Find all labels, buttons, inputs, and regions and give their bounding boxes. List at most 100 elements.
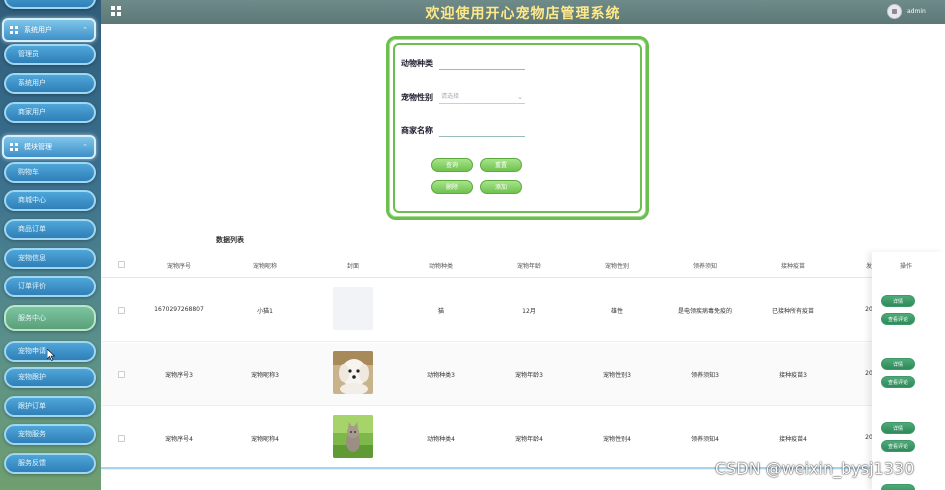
cell-gender: 宠物性别4 [603, 436, 631, 443]
column-header[interactable]: 封面 [347, 261, 359, 270]
sidebar-group-label: 模块管理 [24, 143, 52, 151]
cell-pet-id: 宠物序号4 [165, 436, 193, 443]
page-title: 欢迎使用开心宠物店管理系统 [425, 6, 621, 22]
sidebar-item-cart[interactable]: 购物车 [4, 162, 96, 183]
sidebar-item-label: 宠物跟护 [18, 373, 46, 381]
query-button[interactable]: 查询 [431, 158, 473, 172]
cell-pet-id: 宠物序号3 [165, 372, 193, 379]
table-header: 宠物序号 宠物昵称 封面 动物种类 宠物年龄 宠物性别 领养须知 接种疫苗 发 [101, 252, 945, 278]
detail-button-partial[interactable] [881, 484, 915, 490]
column-header[interactable]: 宠物年龄 [517, 261, 541, 270]
row-checkbox[interactable] [118, 435, 125, 442]
view-review-button[interactable]: 查看评论 [881, 313, 915, 325]
merchant-input[interactable] [439, 125, 525, 137]
cover-image-kitten[interactable] [333, 415, 373, 458]
app-root: 系统用户 ⌃ 管理员 系统用户 商家用户 模块管理 ⌃ 购物车 商城中心 商品订… [0, 0, 945, 490]
cell-notice: 是电领疾病毒免疫的 [677, 308, 733, 315]
sidebar-item-label: 宠物申请 [18, 347, 46, 355]
add-button[interactable]: 添加 [480, 180, 522, 194]
sidebar-item-care-orders[interactable]: 跟护订单 [4, 396, 96, 417]
gender-select-placeholder: 请选择 [441, 93, 460, 100]
grid-icon [10, 143, 18, 151]
watermark: CSDN @weixin_bysj1330 [715, 459, 915, 478]
sidebar-item-order-review[interactable]: 订单评价 [4, 276, 96, 297]
search-panel: 动物种类 宠物性别 请选择 ⌄ 商家名称 查询 重置 删除 添加 [386, 36, 649, 220]
chevron-down-icon: ⌄ [517, 93, 523, 101]
cover-image-placeholder[interactable] [333, 287, 373, 330]
select-all-checkbox[interactable] [118, 261, 125, 268]
species-label: 动物种类 [401, 59, 433, 68]
species-input[interactable] [439, 58, 525, 70]
cell-species: 动物种类4 [427, 436, 455, 443]
sidebar-item-label: 商家用户 [18, 108, 46, 116]
sidebar-item-label: 商城中心 [18, 196, 46, 204]
table-row: 宠物序号3 宠物昵称3 动物种类3 宠物年龄3 宠物性别3 领养须知3 接种疫苗… [101, 343, 945, 406]
sidebar-item-service-feedback[interactable]: 服务反馈 [4, 453, 96, 474]
sidebar-item-label: 管理员 [18, 50, 39, 58]
gender-label: 宠物性别 [401, 93, 433, 102]
view-review-button[interactable]: 查看评论 [881, 440, 915, 452]
cell-pet-name: 宠物昵称4 [251, 436, 279, 443]
detail-button[interactable]: 详情 [881, 422, 915, 434]
sidebar-item-orders[interactable]: 商品订单 [4, 219, 96, 240]
sidebar-item-system-users[interactable]: 系统用户 [4, 73, 96, 94]
row-checkbox[interactable] [118, 371, 125, 378]
cell-gender: 雄性 [610, 308, 624, 315]
cell-pet-name: 宠物昵称3 [251, 372, 279, 379]
top-header: 欢迎使用开心宠物店管理系统 admin [101, 0, 945, 24]
cell-vaccine: 已接种所有疫苗 [771, 308, 815, 315]
sidebar-group-modules[interactable]: 模块管理 ⌃ [2, 135, 96, 159]
cover-image-white-dog[interactable] [333, 351, 373, 394]
operations-column: 操作 详情 查看评论 详情 查看评论 详情 查看评论 [872, 252, 945, 490]
sidebar-item-label: 宠物信息 [18, 254, 46, 262]
sidebar: 系统用户 ⌃ 管理员 系统用户 商家用户 模块管理 ⌃ 购物车 商城中心 商品订… [0, 0, 101, 490]
gender-select[interactable]: 请选择 ⌄ [439, 90, 525, 104]
sidebar-item-top-partial[interactable] [4, 0, 96, 9]
cell-pet-name: 小猫1 [257, 308, 273, 315]
sidebar-item-label: 购物车 [18, 168, 39, 176]
sidebar-item-label: 订单评价 [18, 282, 46, 290]
reset-button[interactable]: 重置 [480, 158, 522, 172]
cell-pet-id: 1670297268807 [154, 306, 204, 313]
sidebar-group-label: 系统用户 [24, 26, 52, 34]
sidebar-item-pet-care[interactable]: 宠物跟护 [4, 367, 96, 388]
sidebar-item-label: 商品订单 [18, 225, 46, 233]
delete-button[interactable]: 删除 [431, 180, 473, 194]
sidebar-item-merchant-users[interactable]: 商家用户 [4, 102, 96, 123]
cell-vaccine: 接种疫苗4 [779, 436, 807, 443]
row-checkbox[interactable] [118, 307, 125, 314]
cell-notice: 领养须知4 [691, 436, 719, 443]
chevron-up-icon: ⌃ [82, 143, 88, 151]
detail-button[interactable]: 详情 [881, 358, 915, 370]
column-header[interactable]: 动物种类 [429, 261, 453, 270]
cell-gender: 宠物性别3 [603, 372, 631, 379]
column-header[interactable]: 宠物序号 [167, 261, 191, 270]
cell-age: 宠物年龄4 [515, 436, 543, 443]
grid-icon [10, 26, 18, 34]
cell-notice: 领养须知3 [691, 372, 719, 379]
column-header[interactable]: 宠物性别 [605, 261, 629, 270]
view-review-button[interactable]: 查看评论 [881, 376, 915, 388]
sidebar-item-label: 跟护订单 [18, 402, 46, 410]
list-title: 数据列表 [216, 236, 244, 244]
chevron-up-icon: ⌃ [82, 26, 88, 34]
cell-age: 12月 [522, 308, 536, 315]
avatar[interactable] [887, 4, 902, 19]
detail-button[interactable]: 详情 [881, 295, 915, 307]
sidebar-item-mall[interactable]: 商城中心 [4, 190, 96, 211]
mouse-cursor-icon [47, 349, 55, 361]
column-header[interactable]: 宠物昵称 [253, 261, 277, 270]
sidebar-group-system-users[interactable]: 系统用户 ⌃ [2, 18, 96, 42]
sidebar-item-pet-service[interactable]: 宠物服务 [4, 424, 96, 445]
sidebar-item-admin[interactable]: 管理员 [4, 44, 96, 65]
column-header[interactable]: 领养须知 [693, 261, 717, 270]
column-header-ops: 操作 [900, 263, 913, 270]
sidebar-item-label: 宠物服务 [18, 430, 46, 438]
column-header[interactable]: 接种疫苗 [781, 261, 805, 270]
sidebar-item-service-center[interactable]: 服务中心 [4, 305, 96, 331]
cell-vaccine: 接种疫苗3 [779, 372, 807, 379]
sidebar-item-label: 系统用户 [18, 79, 46, 87]
sidebar-item-pet-info[interactable]: 宠物信息 [4, 248, 96, 269]
username-label[interactable]: admin [907, 8, 926, 15]
sidebar-item-label: 服务中心 [18, 314, 46, 322]
